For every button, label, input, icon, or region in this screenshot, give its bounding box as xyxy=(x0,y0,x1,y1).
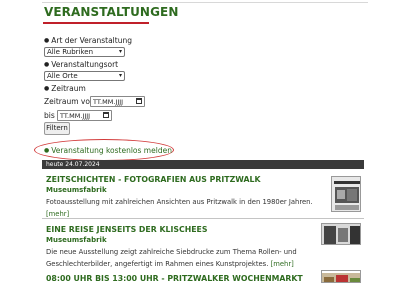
photo-image xyxy=(332,177,360,211)
chevron-down-icon: ▾ xyxy=(118,48,122,55)
calendar-icon xyxy=(103,112,109,118)
photo-image xyxy=(322,224,360,244)
event-title[interactable]: 08:00 UHR BIS 13:00 UHR - PRITZWALKER WO… xyxy=(46,274,303,283)
event-place: Museumsfabrik xyxy=(46,186,107,194)
title-underline xyxy=(43,22,149,24)
bis-date-input[interactable]: TT.MM.JJJJ xyxy=(57,110,112,121)
bullet-icon: ● xyxy=(44,61,50,68)
event-item: ZEITSCHICHTEN - FOTOGRAFIEN AUS PRITZWAL… xyxy=(46,175,316,220)
photo-image xyxy=(322,273,360,282)
art-select[interactable]: Alle Rubriken ▾ xyxy=(44,47,125,57)
more-link[interactable]: [mehr] xyxy=(271,260,294,268)
ort-select[interactable]: Alle Orte ▾ xyxy=(44,71,125,81)
event-item: 08:00 UHR BIS 13:00 UHR - PRITZWALKER WO… xyxy=(46,274,303,283)
bullet-icon: ● xyxy=(44,147,50,154)
calendar-icon xyxy=(136,98,142,104)
event-item: EINE REISE JENSEITS DER KLISCHEES Museum… xyxy=(46,225,316,270)
event-description: Die neue Ausstellung zeigt zahlreiche Si… xyxy=(46,248,297,268)
list-date-label: heute 24.07.2024 xyxy=(46,161,100,168)
bullet-icon: ● xyxy=(44,85,50,92)
von-date-input[interactable]: TT.MM.JJJJ xyxy=(90,96,145,107)
bis-label: bis xyxy=(44,111,55,120)
more-link[interactable]: [mehr] xyxy=(46,210,69,218)
event-title[interactable]: EINE REISE JENSEITS DER KLISCHEES xyxy=(46,225,316,234)
event-title[interactable]: ZEITSCHICHTEN - FOTOGRAFIEN AUS PRITZWAL… xyxy=(46,175,316,184)
event-divider xyxy=(42,218,364,219)
von-label: Zeitraum von xyxy=(44,97,95,106)
page-title: VERANSTALTUNGEN xyxy=(44,5,179,19)
event-thumbnail[interactable] xyxy=(321,223,361,245)
filter-button[interactable]: Filtern xyxy=(44,122,70,135)
event-thumbnail[interactable] xyxy=(331,176,361,212)
event-place: Museumsfabrik xyxy=(46,236,107,244)
event-description: Fotoausstellung mit zahlreichen Ansichte… xyxy=(46,198,313,218)
chevron-down-icon: ▾ xyxy=(118,72,122,79)
bullet-icon: ● xyxy=(44,37,50,44)
top-divider xyxy=(42,2,368,3)
art-label: ● Art der Veranstaltung xyxy=(44,36,132,45)
list-date-header: heute 24.07.2024 xyxy=(42,160,364,169)
meld-link[interactable]: ● Veranstaltung kostenlos melden xyxy=(44,146,172,155)
ort-label: ● Veranstaltungsort xyxy=(44,60,119,69)
event-thumbnail[interactable] xyxy=(321,270,361,283)
zeitraum-label: ● Zeitraum xyxy=(44,84,86,93)
